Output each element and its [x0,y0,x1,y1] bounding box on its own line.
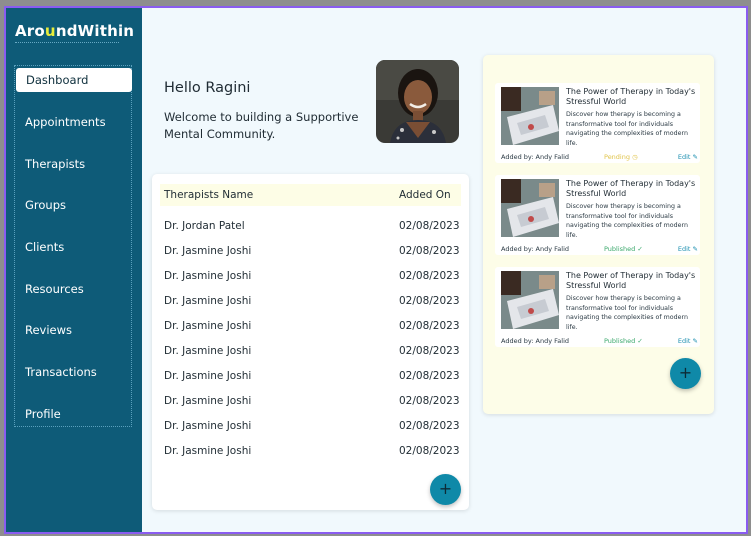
therapist-name: Dr. Jasmine Joshi [164,345,252,357]
magazine-image-icon [501,87,559,145]
edit-icon: ✎ [692,337,698,345]
edit-icon: ✎ [692,153,698,161]
resource-title: The Power of Therapy in Today's Stressfu… [566,271,696,290]
table-row[interactable]: Dr. Jasmine Joshi 02/08/2023 [160,266,461,288]
avatar-photo-icon [376,60,459,143]
table-row[interactable]: Dr. Jasmine Joshi 02/08/2023 [160,241,461,263]
status-badge: Pending ◷ [604,153,638,161]
therapist-name: Dr. Jasmine Joshi [164,270,252,282]
sidebar-item-therapists[interactable]: Therapists [15,152,131,176]
table-row[interactable]: Dr. Jasmine Joshi 02/08/2023 [160,316,461,338]
added-on-date: 02/08/2023 [399,270,460,282]
therapist-name: Dr. Jasmine Joshi [164,370,252,382]
sidebar-item-appointments[interactable]: Appointments [15,110,131,134]
edit-label: Edit [677,245,691,253]
added-on-date: 02/08/2023 [399,445,460,457]
resource-thumbnail [501,271,559,329]
resource-added-by: Added by: Andy Falid [501,337,569,345]
window-frame: AroundWithin Dashboard Appointments Ther… [0,0,751,536]
added-on-date: 02/08/2023 [399,370,460,382]
column-header-added-on[interactable]: Added On [399,189,451,201]
add-therapist-button[interactable]: + [430,474,461,505]
sidebar-item-reviews[interactable]: Reviews [15,318,131,342]
edit-link[interactable]: Edit ✎ [678,245,698,253]
therapist-name: Dr. Jasmine Joshi [164,420,252,432]
resource-added-by: Added by: Andy Falid [501,245,569,253]
status-badge: Published ✓ [604,337,643,345]
therapist-name: Dr. Jasmine Joshi [164,320,252,332]
sidebar-item-clients[interactable]: Clients [15,235,131,259]
check-circle-icon: ✓ [637,245,643,253]
edit-link[interactable]: Edit ✎ [678,153,698,161]
resource-title: The Power of Therapy in Today's Stressfu… [566,87,696,106]
table-row[interactable]: Dr. Jordan Patel 02/08/2023 [160,216,461,238]
brand-logo[interactable]: AroundWithin [15,22,134,40]
status-label: Published [604,337,636,345]
resource-item[interactable]: The Power of Therapy in Today's Stressfu… [495,83,700,163]
therapist-name: Dr. Jasmine Joshi [164,245,252,257]
greeting-subtitle: Welcome to building a Supportive Mental … [164,110,359,141]
table-row[interactable]: Dr. Jasmine Joshi 02/08/2023 [160,441,461,463]
edit-link[interactable]: Edit ✎ [678,337,698,345]
table-header: Therapists Name Added On [160,184,461,206]
table-row[interactable]: Dr. Jasmine Joshi 02/08/2023 [160,341,461,363]
status-badge: Published ✓ [604,245,643,253]
resources-card: The Power of Therapy in Today's Stressfu… [483,55,714,414]
added-on-date: 02/08/2023 [399,220,460,232]
resource-description: Discover how therapy is becoming a trans… [566,295,688,331]
resource-title: The Power of Therapy in Today's Stressfu… [566,179,696,198]
brand-divider [15,42,119,43]
therapists-table-card: Therapists Name Added On Dr. Jordan Pate… [152,174,469,510]
edit-label: Edit [677,337,691,345]
therapist-name: Dr. Jasmine Joshi [164,445,252,457]
table-row[interactable]: Dr. Jasmine Joshi 02/08/2023 [160,291,461,313]
therapist-name: Dr. Jasmine Joshi [164,295,252,307]
brand-prefix: Aro [15,22,45,40]
resource-item[interactable]: The Power of Therapy in Today's Stressfu… [495,267,700,347]
added-on-date: 02/08/2023 [399,345,460,357]
user-avatar[interactable] [376,60,459,143]
brand-accent-letter: u [44,22,56,40]
table-row[interactable]: Dr. Jasmine Joshi 02/08/2023 [160,416,461,438]
sidebar-item-groups[interactable]: Groups [15,193,131,217]
sidebar-item-resources[interactable]: Resources [15,277,131,301]
sidebar-item-profile[interactable]: Profile [15,402,131,426]
brand-suffix: ndWithin [55,22,135,40]
table-row[interactable]: Dr. Jasmine Joshi 02/08/2023 [160,366,461,388]
therapist-name: Dr. Jordan Patel [164,220,245,232]
app-window: AroundWithin Dashboard Appointments Ther… [4,6,748,534]
table-row[interactable]: Dr. Jasmine Joshi 02/08/2023 [160,391,461,413]
magazine-image-icon [501,179,559,237]
resource-thumbnail [501,179,559,237]
status-label: Published [604,245,636,253]
resource-added-by: Added by: Andy Falid [501,153,569,161]
added-on-date: 02/08/2023 [399,395,460,407]
magazine-image-icon [501,271,559,329]
sidebar: AroundWithin Dashboard Appointments Ther… [6,8,142,532]
sidebar-nav: Dashboard Appointments Therapists Groups… [14,65,132,427]
greeting-title: Hello Ragini [164,80,251,96]
added-on-date: 02/08/2023 [399,245,460,257]
added-on-date: 02/08/2023 [399,420,460,432]
column-header-name[interactable]: Therapists Name [164,189,253,201]
status-label: Pending [604,153,630,161]
check-circle-icon: ✓ [637,337,643,345]
edit-label: Edit [677,153,691,161]
added-on-date: 02/08/2023 [399,320,460,332]
add-resource-button[interactable]: + [670,358,701,389]
resource-description: Discover how therapy is becoming a trans… [566,111,688,147]
clock-icon: ◷ [632,153,638,161]
added-on-date: 02/08/2023 [399,295,460,307]
sidebar-item-transactions[interactable]: Transactions [15,360,131,384]
resource-item[interactable]: The Power of Therapy in Today's Stressfu… [495,175,700,255]
resource-description: Discover how therapy is becoming a trans… [566,203,688,239]
therapist-name: Dr. Jasmine Joshi [164,395,252,407]
resource-thumbnail [501,87,559,145]
vertical-scrollbar[interactable] [746,52,748,90]
edit-icon: ✎ [692,245,698,253]
sidebar-item-dashboard[interactable]: Dashboard [16,68,132,92]
